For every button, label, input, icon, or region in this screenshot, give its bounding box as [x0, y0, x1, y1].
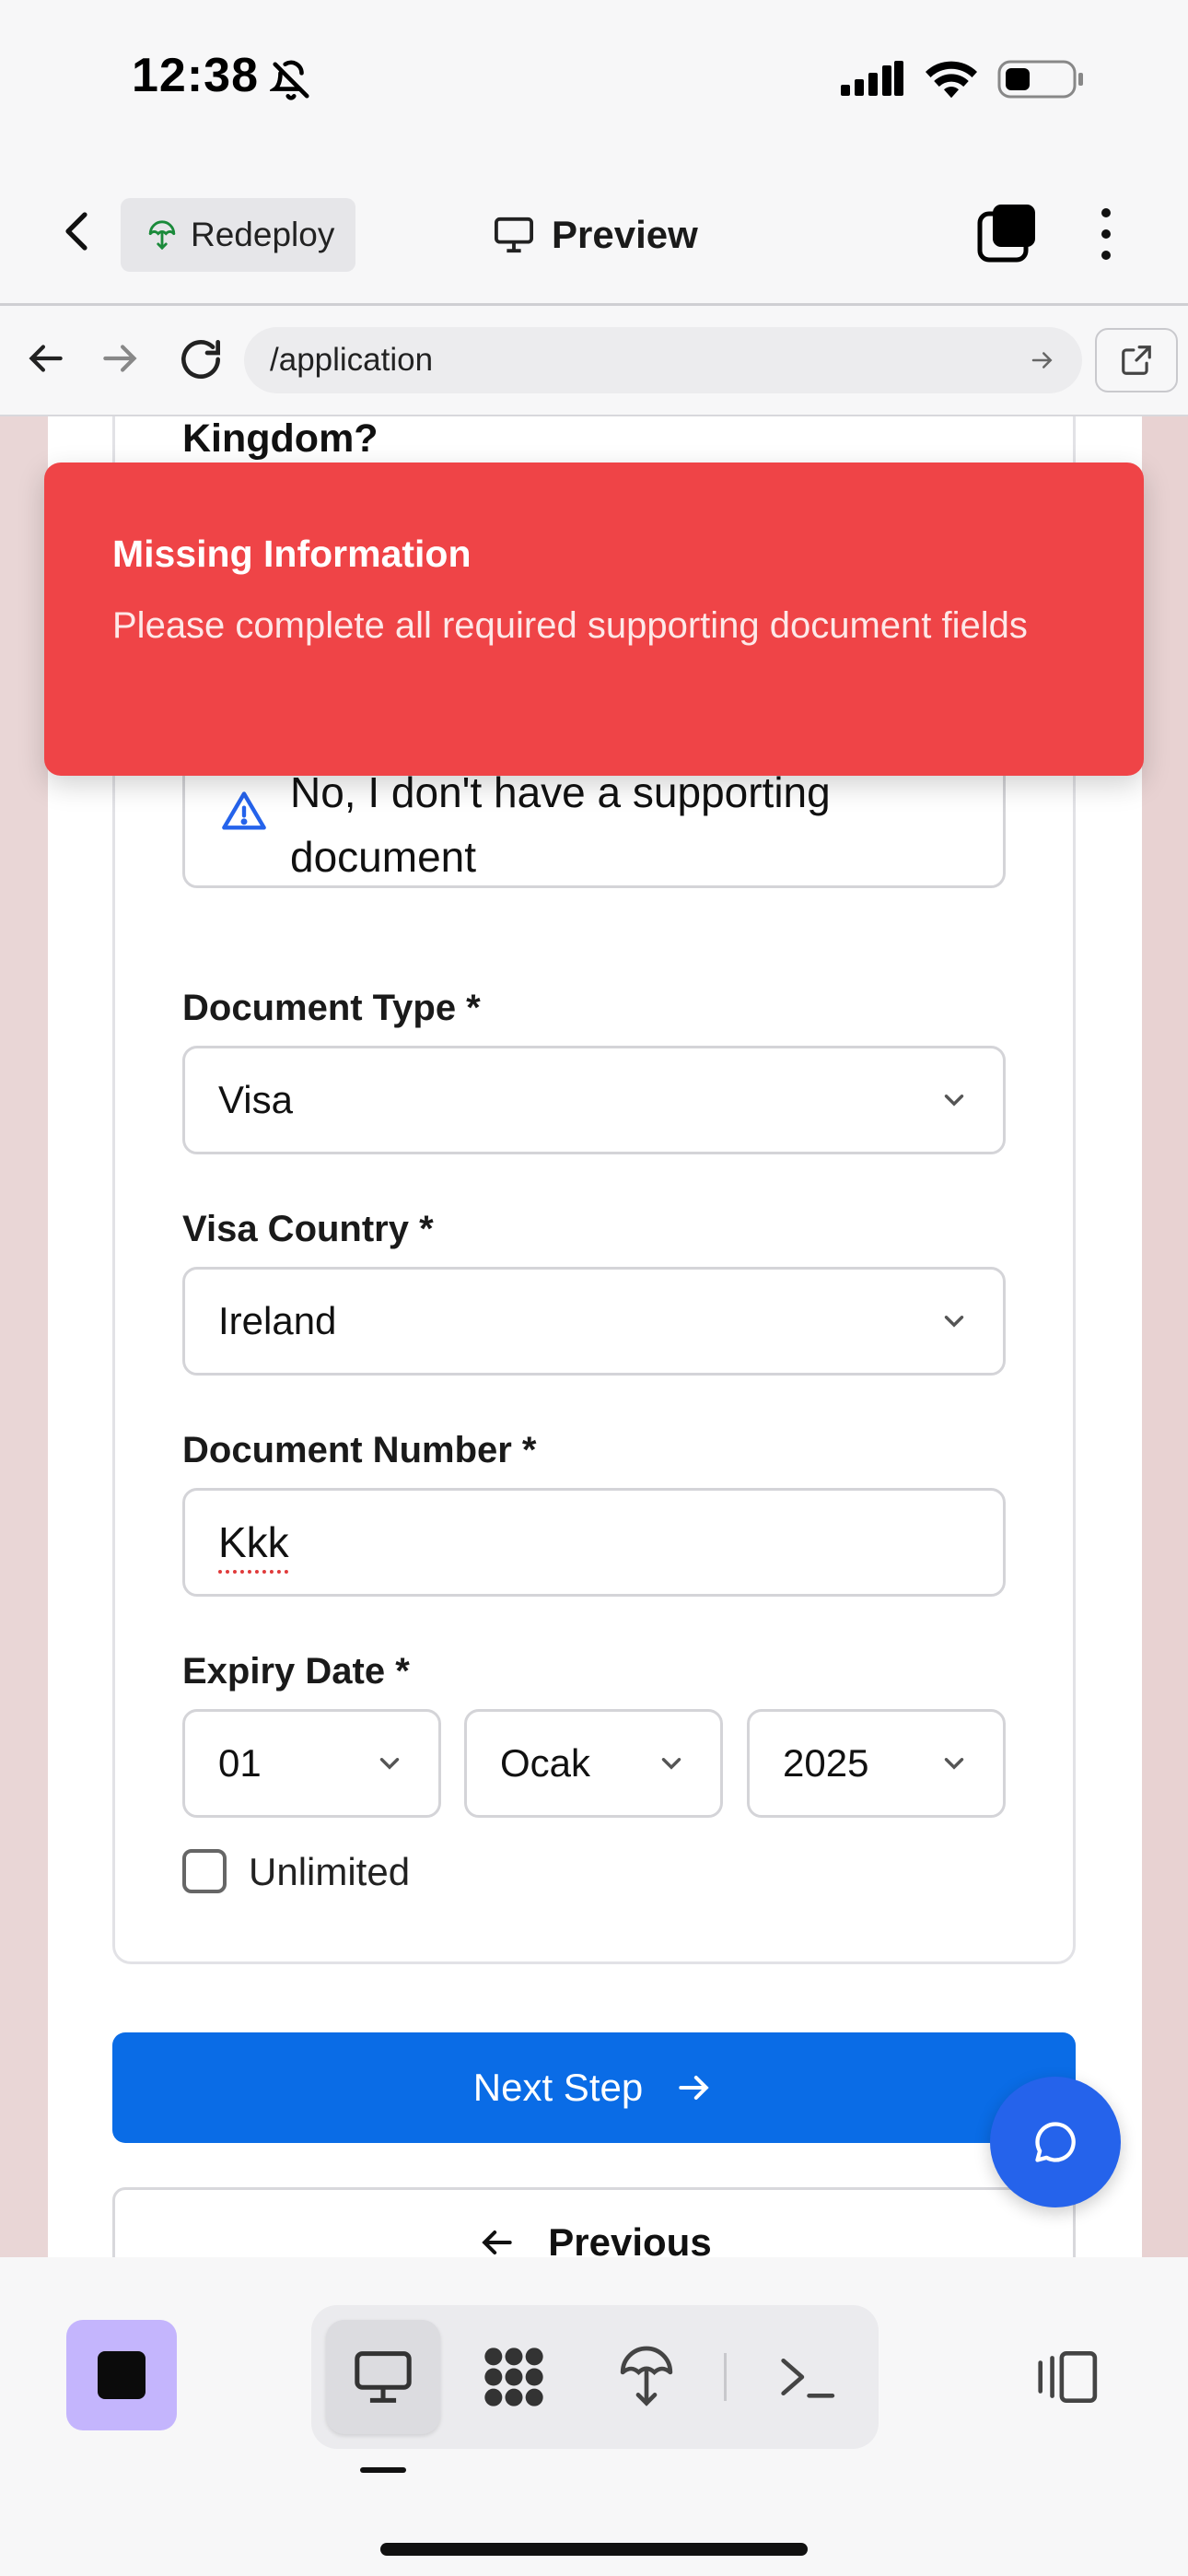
next-step-label: Next Step [472, 2066, 644, 2109]
arrow-left-icon [29, 345, 63, 372]
expiry-year-value: 2025 [783, 1741, 869, 1785]
redeploy-button[interactable]: Redeploy [121, 198, 355, 272]
apps-view-tab[interactable] [457, 2320, 571, 2434]
expiry-month-select[interactable]: Ocak [464, 1709, 723, 1818]
go-arrow-icon[interactable] [1029, 346, 1056, 374]
visa-country-select[interactable]: Ireland [182, 1267, 1006, 1376]
more-options-icon[interactable] [1085, 203, 1127, 265]
chevron-down-icon [944, 1758, 964, 1770]
tabs-button[interactable] [976, 203, 1039, 265]
document-number-value: Kkk [218, 1518, 289, 1566]
arrow-left-icon [482, 2230, 512, 2255]
chevron-down-icon [379, 1758, 400, 1770]
active-tab-indicator [360, 2467, 406, 2473]
status-bar: 12:38 [0, 0, 1188, 161]
warning-icon [222, 791, 266, 830]
terminal-icon [781, 2358, 835, 2398]
expiry-day-select[interactable]: 01 [182, 1709, 441, 1818]
split-panel-icon [1038, 2350, 1098, 2404]
question-text: Kingdom? [182, 416, 379, 461]
document-type-value: Visa [218, 1078, 293, 1121]
chevron-down-icon [944, 1316, 964, 1328]
chevron-down-icon [661, 1758, 681, 1770]
chevron-left-icon [65, 212, 87, 251]
bell-muted-icon [268, 59, 312, 106]
visa-country-value: Ireland [218, 1299, 337, 1342]
home-indicator [380, 2543, 808, 2556]
next-step-button[interactable]: Next Step [112, 2032, 1076, 2143]
terminal-view-tab[interactable] [750, 2320, 864, 2434]
expiry-day-value: 01 [218, 1741, 262, 1785]
desktop-icon [495, 217, 533, 253]
desktop-icon [355, 2351, 412, 2403]
preview-title[interactable]: Preview [493, 205, 698, 264]
browser-bar: /application [0, 306, 1188, 416]
desktop-view-tab[interactable] [326, 2320, 440, 2434]
preview-label: Preview [552, 213, 698, 256]
unlimited-checkbox[interactable] [182, 1849, 227, 1893]
document-type-select[interactable]: Visa [182, 1046, 1006, 1154]
tabs-icon [977, 205, 1035, 263]
document-number-label: Document Number * [182, 1430, 537, 1470]
apps-grid-icon [484, 2348, 543, 2406]
browser-back-button[interactable] [22, 335, 68, 381]
cellular-signal-icon [841, 61, 905, 102]
no-document-label: No, I don't have a supporting document [290, 768, 831, 881]
bottom-dock [0, 2257, 1188, 2576]
stop-icon [98, 2351, 146, 2399]
deploy-icon [148, 220, 176, 251]
browser-forward-button[interactable] [98, 335, 144, 381]
redeploy-label: Redeploy [191, 216, 335, 253]
previous-button[interactable]: Previous [112, 2187, 1076, 2257]
open-external-button[interactable] [1095, 328, 1178, 392]
arrow-right-icon [679, 2075, 709, 2101]
previous-label: Previous [548, 2220, 712, 2257]
url-bar[interactable]: /application [244, 327, 1082, 393]
chevron-down-icon [944, 1095, 964, 1107]
switcher-divider [724, 2353, 727, 2401]
chat-bubble-icon [1035, 2122, 1076, 2162]
missing-info-toast[interactable]: Missing Information Please complete all … [44, 463, 1144, 776]
battery-icon [997, 59, 1086, 104]
document-number-input[interactable]: Kkk [182, 1488, 1006, 1597]
unlimited-label: Unlimited [249, 1850, 411, 1893]
expiry-year-select[interactable]: 2025 [747, 1709, 1006, 1818]
view-switcher [311, 2305, 879, 2449]
toast-title: Missing Information [112, 533, 472, 575]
wifi-icon [924, 57, 979, 104]
deploy-view-tab[interactable] [589, 2320, 704, 2434]
deploy-icon [620, 2346, 673, 2406]
toast-message: Please complete all required supporting … [112, 605, 1028, 646]
app-toolbar: Redeploy Preview [0, 161, 1188, 306]
reload-button[interactable] [175, 334, 227, 385]
arrow-right-icon [103, 345, 137, 372]
stop-button[interactable] [66, 2320, 177, 2430]
panel-toggle-button[interactable] [1030, 2340, 1103, 2414]
expiry-date-label: Expiry Date * [182, 1651, 410, 1692]
external-link-icon [1122, 345, 1151, 375]
status-time: 12:38 [132, 49, 259, 102]
visa-country-label: Visa Country * [182, 1209, 434, 1249]
back-button[interactable] [48, 202, 107, 261]
url-text: /application [270, 342, 434, 378]
reload-icon [181, 340, 221, 379]
document-type-label: Document Type * [182, 988, 481, 1028]
chat-button[interactable] [990, 2077, 1121, 2207]
expiry-month-value: Ocak [500, 1741, 591, 1785]
